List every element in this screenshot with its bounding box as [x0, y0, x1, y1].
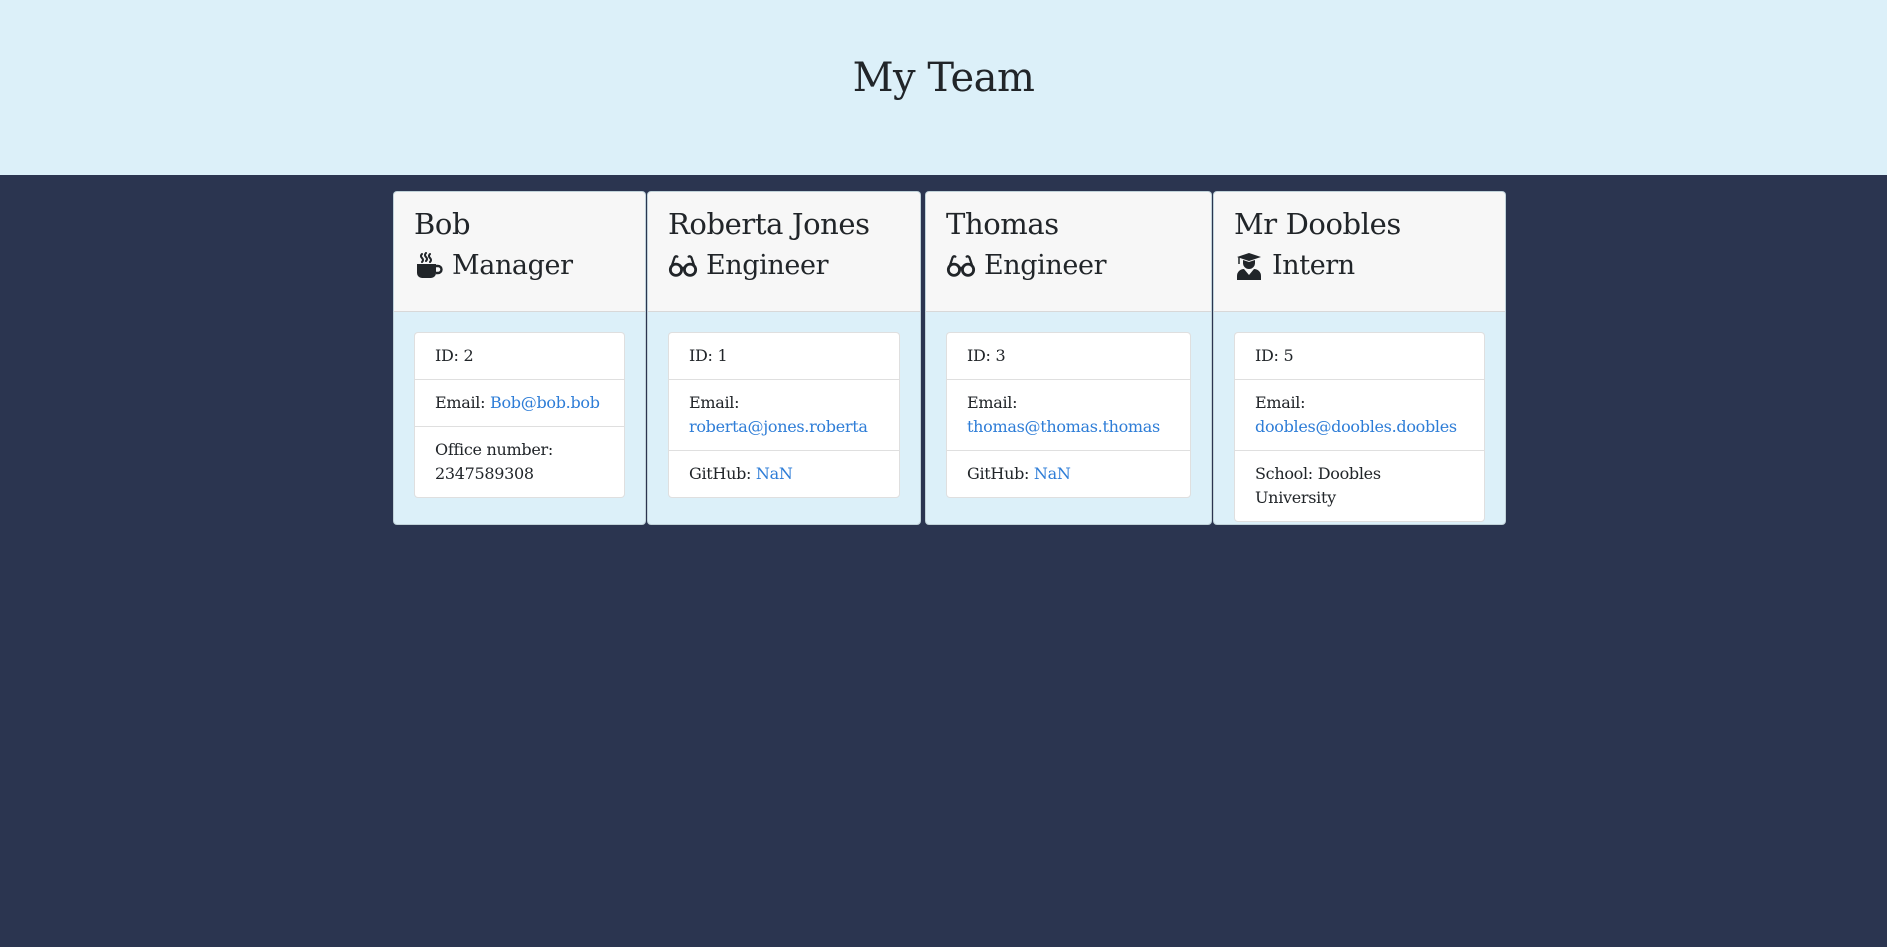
email-label: Email: [689, 393, 740, 412]
page-header: My Team [0, 0, 1887, 175]
coffee-mug-icon [414, 251, 444, 281]
id-label: ID: [1255, 346, 1279, 365]
team-cards: Bob Manager ID: 2 Email: Bob@bob.bob Off… [393, 191, 1506, 525]
github-link[interactable]: NaN [756, 464, 793, 483]
office-number-value: 2347589308 [435, 464, 534, 483]
card-body: ID: 1 Email: roberta@jones.roberta GitHu… [648, 312, 920, 518]
employee-details: ID: 1 Email: roberta@jones.roberta GitHu… [668, 332, 900, 498]
employee-role-label: Engineer [706, 250, 829, 281]
employee-office-number: Office number: 2347589308 [415, 427, 624, 497]
employee-email: Email: Bob@bob.bob [415, 380, 624, 427]
id-value: 1 [717, 346, 728, 365]
employee-card-engineer: Roberta Jones Engineer ID: 1 Email: robe… [647, 191, 921, 525]
email-label: Email: [435, 393, 486, 412]
employee-card-engineer: Thomas Engineer ID: 3 Email: thomas@thom… [925, 191, 1212, 525]
employee-id: ID: 3 [947, 333, 1190, 380]
card-body: ID: 3 Email: thomas@thomas.thomas GitHub… [926, 312, 1211, 518]
employee-role-label: Intern [1272, 250, 1355, 281]
employee-details: ID: 3 Email: thomas@thomas.thomas GitHub… [946, 332, 1191, 498]
id-value: 2 [463, 346, 474, 365]
office-number-label: Office number: [435, 440, 553, 459]
school-label: School: [1255, 464, 1313, 483]
employee-id: ID: 2 [415, 333, 624, 380]
employee-school: School: Doobles University [1235, 451, 1484, 521]
employee-email: Email: thomas@thomas.thomas [947, 380, 1190, 451]
card-body: ID: 2 Email: Bob@bob.bob Office number: … [394, 312, 645, 518]
employee-github: GitHub: NaN [669, 451, 899, 497]
employee-role: Engineer [668, 244, 900, 288]
employee-role: Intern [1234, 244, 1485, 288]
employee-email: Email: doobles@doobles.doobles [1235, 380, 1484, 451]
employee-name: Thomas [946, 207, 1059, 241]
employee-details: ID: 2 Email: Bob@bob.bob Office number: … [414, 332, 625, 498]
employee-role-label: Manager [452, 250, 573, 281]
employee-card-manager: Bob Manager ID: 2 Email: Bob@bob.bob Off… [393, 191, 646, 525]
employee-id: ID: 1 [669, 333, 899, 380]
id-value: 3 [995, 346, 1006, 365]
employee-name: Mr Doobles [1234, 207, 1401, 241]
employee-name: Roberta Jones [668, 207, 870, 241]
card-header: Thomas Engineer [926, 192, 1211, 312]
employee-name: Bob [414, 207, 471, 241]
glasses-icon [946, 251, 976, 281]
email-link[interactable]: roberta@jones.roberta [689, 417, 868, 436]
card-header: Mr Doobles Intern [1214, 192, 1505, 312]
email-link[interactable]: thomas@thomas.thomas [967, 417, 1160, 436]
email-label: Email: [967, 393, 1018, 412]
card-header: Roberta Jones Engineer [648, 192, 920, 312]
employee-github: GitHub: NaN [947, 451, 1190, 497]
employee-email: Email: roberta@jones.roberta [669, 380, 899, 451]
employee-role: Manager [414, 244, 625, 288]
glasses-icon [668, 251, 698, 281]
card-header: Bob Manager [394, 192, 645, 312]
github-link[interactable]: NaN [1034, 464, 1071, 483]
employee-role: Engineer [946, 244, 1191, 288]
employee-card-intern: Mr Doobles Intern ID: 5 Email: doobles@d… [1213, 191, 1506, 525]
card-body: ID: 5 Email: doobles@doobles.doobles Sch… [1214, 312, 1505, 524]
id-value: 5 [1283, 346, 1294, 365]
id-label: ID: [435, 346, 459, 365]
employee-role-label: Engineer [984, 250, 1107, 281]
github-label: GitHub: [689, 464, 752, 483]
id-label: ID: [689, 346, 713, 365]
email-link[interactable]: doobles@doobles.doobles [1255, 417, 1457, 436]
id-label: ID: [967, 346, 991, 365]
graduate-icon [1234, 251, 1264, 281]
employee-id: ID: 5 [1235, 333, 1484, 380]
page-title: My Team [852, 54, 1035, 101]
email-link[interactable]: Bob@bob.bob [490, 393, 600, 412]
github-label: GitHub: [967, 464, 1030, 483]
email-label: Email: [1255, 393, 1306, 412]
employee-details: ID: 5 Email: doobles@doobles.doobles Sch… [1234, 332, 1485, 522]
